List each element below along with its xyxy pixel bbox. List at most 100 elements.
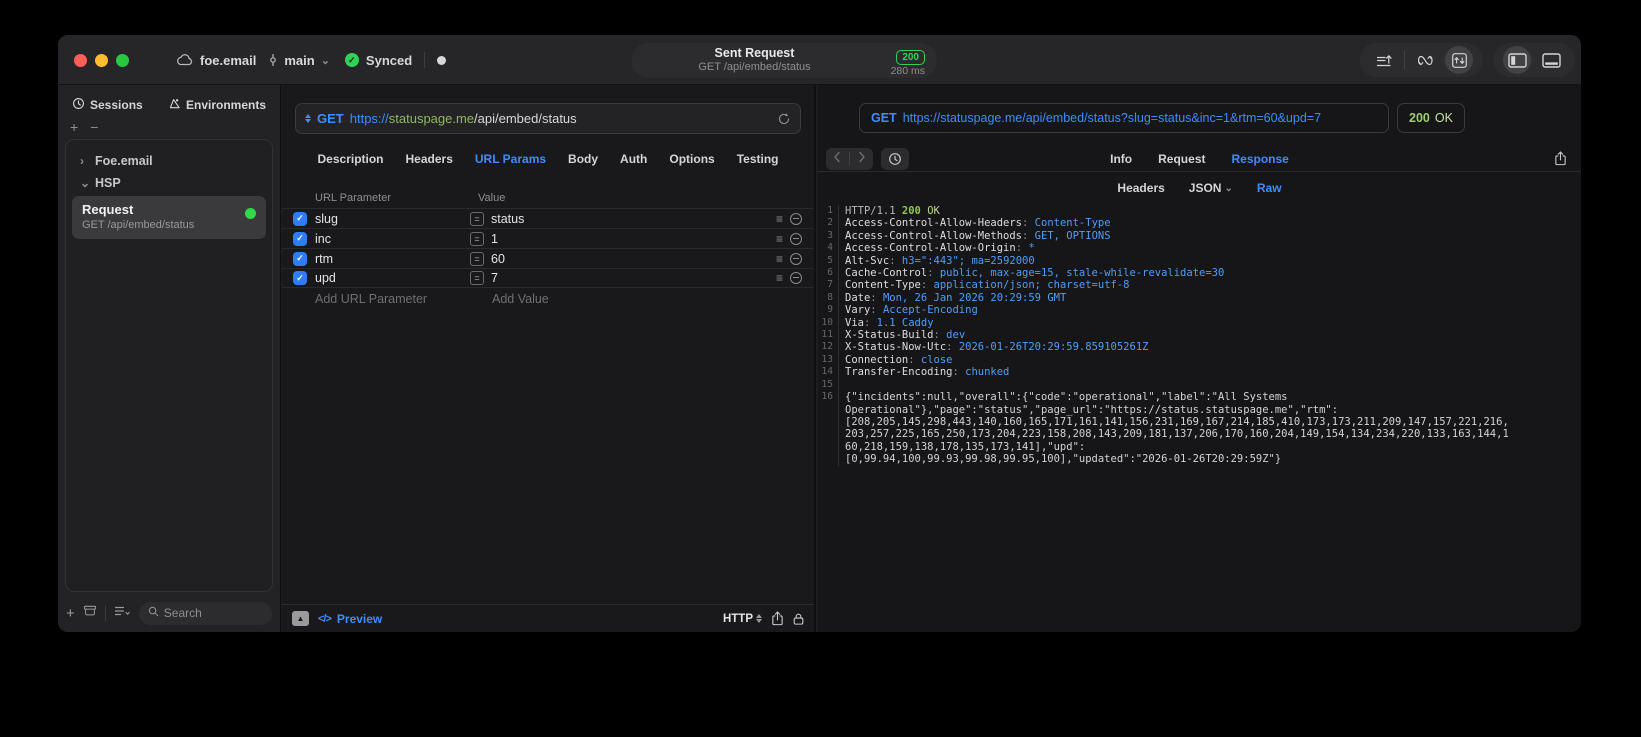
import-lines-icon[interactable] (1370, 46, 1398, 74)
response-raw-view[interactable]: 1 HTTP/1.1 200 OK 2 Access-Control-Allow-He… (818, 205, 1581, 632)
chevron-down-icon[interactable]: ⌄ (321, 54, 330, 67)
remove-row-icon[interactable] (790, 212, 802, 225)
tab-request[interactable]: Request (1158, 152, 1205, 166)
param-checkbox[interactable]: ✓ (293, 211, 307, 226)
param-name[interactable]: slug (315, 212, 470, 226)
zoom-window-button[interactable] (116, 54, 129, 67)
response-nav: Info Request Response (818, 146, 1581, 172)
active-request-widget[interactable]: Sent Request GET /api/embed/status 200 2… (632, 43, 937, 78)
line-content: Date: Mon, 26 Jan 2026 20:29:59 GMT (845, 291, 1067, 304)
line-number (818, 440, 839, 454)
remove-row-icon[interactable] (790, 232, 802, 245)
chevron-down-icon[interactable]: ⌄ (80, 176, 90, 190)
http-version-select[interactable]: HTTP (723, 613, 762, 625)
drag-handle-icon[interactable]: ≡ (776, 253, 783, 265)
param-value[interactable]: status (491, 212, 776, 226)
tab-auth[interactable]: Auth (620, 152, 647, 166)
add-param-value-placeholder[interactable]: Add Value (492, 292, 549, 306)
param-checkbox[interactable]: ✓ (293, 271, 307, 285)
url-scheme: https:// (349, 111, 389, 126)
sync-status-label[interactable]: Synced (366, 53, 412, 68)
equals-icon: = (470, 231, 484, 246)
sent-url-text: https://statuspage.me/api/embed/status?s… (902, 111, 1322, 125)
param-name[interactable]: rtm (315, 252, 470, 266)
chevron-right-icon[interactable]: › (80, 154, 88, 168)
param-row-actions: ≡ (776, 212, 802, 225)
tab-options[interactable]: Options (669, 152, 714, 166)
clock-icon (72, 97, 85, 113)
param-row[interactable]: ✓ rtm = 60 ≡ (282, 248, 814, 268)
remove-row-icon[interactable] (790, 252, 802, 265)
subtab-headers[interactable]: Headers (1117, 181, 1164, 195)
folder-icon[interactable] (83, 604, 97, 622)
request-item-title: Request (82, 202, 134, 217)
url-input[interactable]: https://statuspage.me/api/embed/status (350, 111, 771, 126)
url-bar[interactable]: GET https://statuspage.me/api/embed/stat… (295, 103, 801, 134)
tab-headers[interactable]: Headers (406, 152, 453, 166)
add-request-button[interactable]: + (66, 605, 75, 622)
minimize-window-button[interactable] (95, 54, 108, 67)
param-row[interactable]: ✓ upd = 7 ≡ (282, 268, 814, 288)
tab-testing[interactable]: Testing (737, 152, 779, 166)
param-value[interactable]: 60 (491, 252, 776, 266)
tab-description[interactable]: Description (318, 152, 384, 166)
add-session-button[interactable]: + (70, 119, 78, 135)
remove-row-icon[interactable] (790, 272, 802, 284)
drag-handle-icon[interactable]: ≡ (776, 272, 783, 284)
search-field[interactable] (138, 601, 272, 625)
drag-handle-icon[interactable]: ≡ (776, 213, 783, 225)
share-icon[interactable] (771, 611, 784, 626)
method-label[interactable]: GET (317, 111, 344, 126)
project-label[interactable]: foe.email (200, 53, 256, 68)
share-icon[interactable] (1554, 151, 1567, 166)
param-row[interactable]: ✓ inc = 1 ≡ (282, 228, 814, 248)
param-name[interactable]: upd (315, 271, 470, 285)
line-number (818, 453, 839, 466)
tab-environments[interactable]: Environments (168, 93, 266, 117)
response-panel: GET https://statuspage.me/api/embed/statu… (818, 85, 1581, 632)
add-param-name-placeholder[interactable]: Add URL Parameter (315, 292, 492, 306)
param-checkbox[interactable]: ✓ (293, 231, 307, 246)
equals-icon: = (470, 251, 484, 266)
sent-request-url[interactable]: GET https://statuspage.me/api/embed/statu… (859, 103, 1389, 133)
tree-item-foe-email[interactable]: › Foe.email (72, 150, 266, 172)
method-updown-icon[interactable] (305, 114, 311, 123)
layout-sidebar-icon[interactable] (1503, 46, 1531, 74)
response-top-bar: GET https://statuspage.me/api/embed/statu… (818, 103, 1581, 133)
branch-icon (269, 53, 277, 67)
branch-label[interactable]: main (284, 53, 314, 68)
request-tabs: Description Headers URL Params Body Auth… (282, 147, 814, 171)
param-checkbox[interactable]: ✓ (293, 251, 307, 266)
param-row[interactable]: ✓ slug = status ≡ (282, 208, 814, 228)
add-param-row[interactable]: Add URL Parameter Add Value (282, 288, 814, 306)
tree-item-request-selected[interactable]: Request GET /api/embed/status (72, 196, 266, 239)
line-number: 16 (818, 391, 839, 404)
tab-response[interactable]: Response (1231, 152, 1288, 166)
code-line: 5 Alt-Svc: h3=":443"; ma=2592000 (818, 254, 1581, 268)
preview-button[interactable]: </> Preview (318, 612, 382, 626)
param-name[interactable]: inc (315, 232, 470, 246)
drag-handle-icon[interactable]: ≡ (776, 233, 783, 245)
panel-toggle-icon[interactable]: ▲ (292, 611, 309, 626)
tree-item-hsp[interactable]: ⌄ HSP (72, 172, 266, 194)
subtab-json[interactable]: JSON ⌄ (1189, 181, 1233, 195)
lock-icon[interactable] (793, 612, 804, 626)
reload-icon[interactable] (777, 112, 791, 126)
list-icon[interactable] (114, 604, 131, 622)
flow-loop-icon[interactable] (1411, 46, 1439, 74)
layout-bottom-icon[interactable] (1537, 46, 1565, 74)
preview-label: Preview (336, 611, 383, 626)
line-content: Transfer-Encoding: chunked (845, 366, 1010, 379)
tab-sessions[interactable]: Sessions (72, 93, 143, 117)
subtab-raw[interactable]: Raw (1257, 181, 1282, 195)
remove-session-button[interactable]: − (90, 119, 98, 135)
tab-info[interactable]: Info (1110, 152, 1132, 166)
transfer-box-icon[interactable] (1445, 46, 1473, 74)
close-window-button[interactable] (74, 54, 87, 67)
param-value[interactable]: 1 (491, 232, 776, 246)
url-path: /api/embed/status (474, 111, 577, 126)
param-value[interactable]: 7 (491, 271, 776, 285)
search-input[interactable] (163, 606, 263, 620)
tab-url-params[interactable]: URL Params (475, 152, 546, 166)
tab-body[interactable]: Body (568, 152, 598, 166)
